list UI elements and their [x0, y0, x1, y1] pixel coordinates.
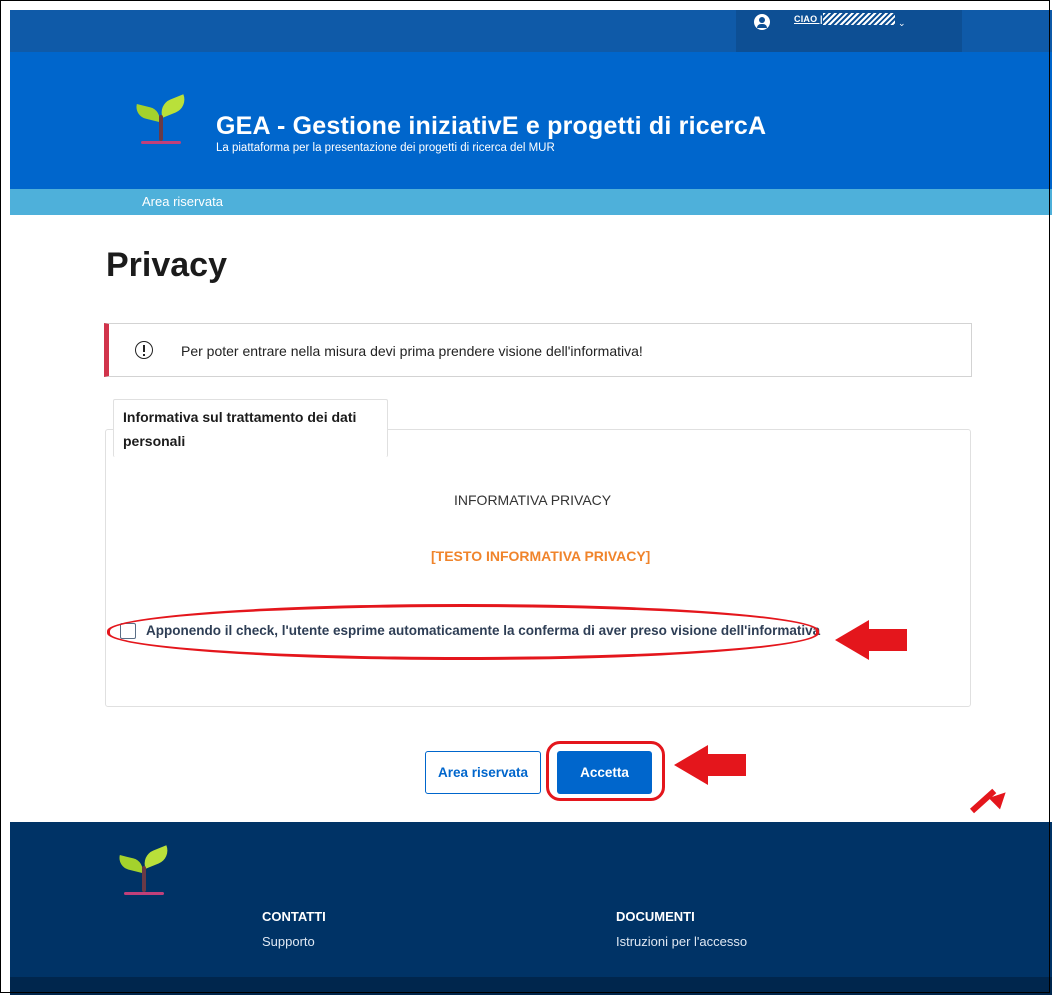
- privacy-text-placeholder: [TESTO INFORMATIVA PRIVACY]: [431, 548, 651, 564]
- annotation-arrow-diagonal: [969, 786, 1012, 820]
- nav-strip: Area riservata: [10, 189, 1052, 215]
- user-icon[interactable]: [754, 14, 770, 30]
- card-tab-title: Informativa sul trattamento dei dati per…: [123, 409, 357, 449]
- alert-box: Per poter entrare nella misura devi prim…: [104, 323, 972, 377]
- footer-logo-sprout-icon[interactable]: [116, 845, 174, 898]
- privacy-card: [105, 429, 971, 707]
- username-redacted[interactable]: //////////: [823, 13, 895, 25]
- page-title: Privacy: [106, 246, 227, 284]
- consent-checkbox-label[interactable]: Apponendo il check, l'utente esprime aut…: [146, 623, 846, 638]
- footer-istruzioni-link[interactable]: Istruzioni per l'accesso: [616, 934, 747, 949]
- site-title: GEA - Gestione iniziativE e progetti di …: [216, 112, 767, 140]
- logo-sprout-icon[interactable]: [133, 94, 191, 147]
- site-subtitle: La piattaforma per la presentazione dei …: [216, 142, 555, 154]
- area-riservata-button[interactable]: Area riservata: [425, 751, 541, 794]
- annotation-arrow-accept: [674, 745, 746, 785]
- alert-message: Per poter entrare nella misura devi prim…: [181, 343, 643, 359]
- privacy-heading: INFORMATIVA PRIVACY: [454, 492, 612, 508]
- footer-contatti-title: CONTATTI: [262, 909, 326, 924]
- greeting-link[interactable]: CIAO |: [794, 14, 823, 24]
- accept-button[interactable]: Accetta: [557, 751, 652, 794]
- chevron-down-icon[interactable]: ⌄: [898, 18, 906, 29]
- card-tab: Informativa sul trattamento dei dati per…: [113, 399, 388, 457]
- nav-area-riservata-link[interactable]: Area riservata: [142, 194, 223, 209]
- footer-documenti-title: DOCUMENTI: [616, 909, 695, 924]
- top-bar: [10, 10, 1052, 52]
- footer-supporto-link[interactable]: Supporto: [262, 934, 315, 949]
- annotation-arrow-checkbox: [835, 620, 907, 660]
- alert-circle-icon: [135, 341, 153, 359]
- consent-checkbox[interactable]: [120, 623, 136, 639]
- footer-bottom-bar: [10, 977, 1052, 995]
